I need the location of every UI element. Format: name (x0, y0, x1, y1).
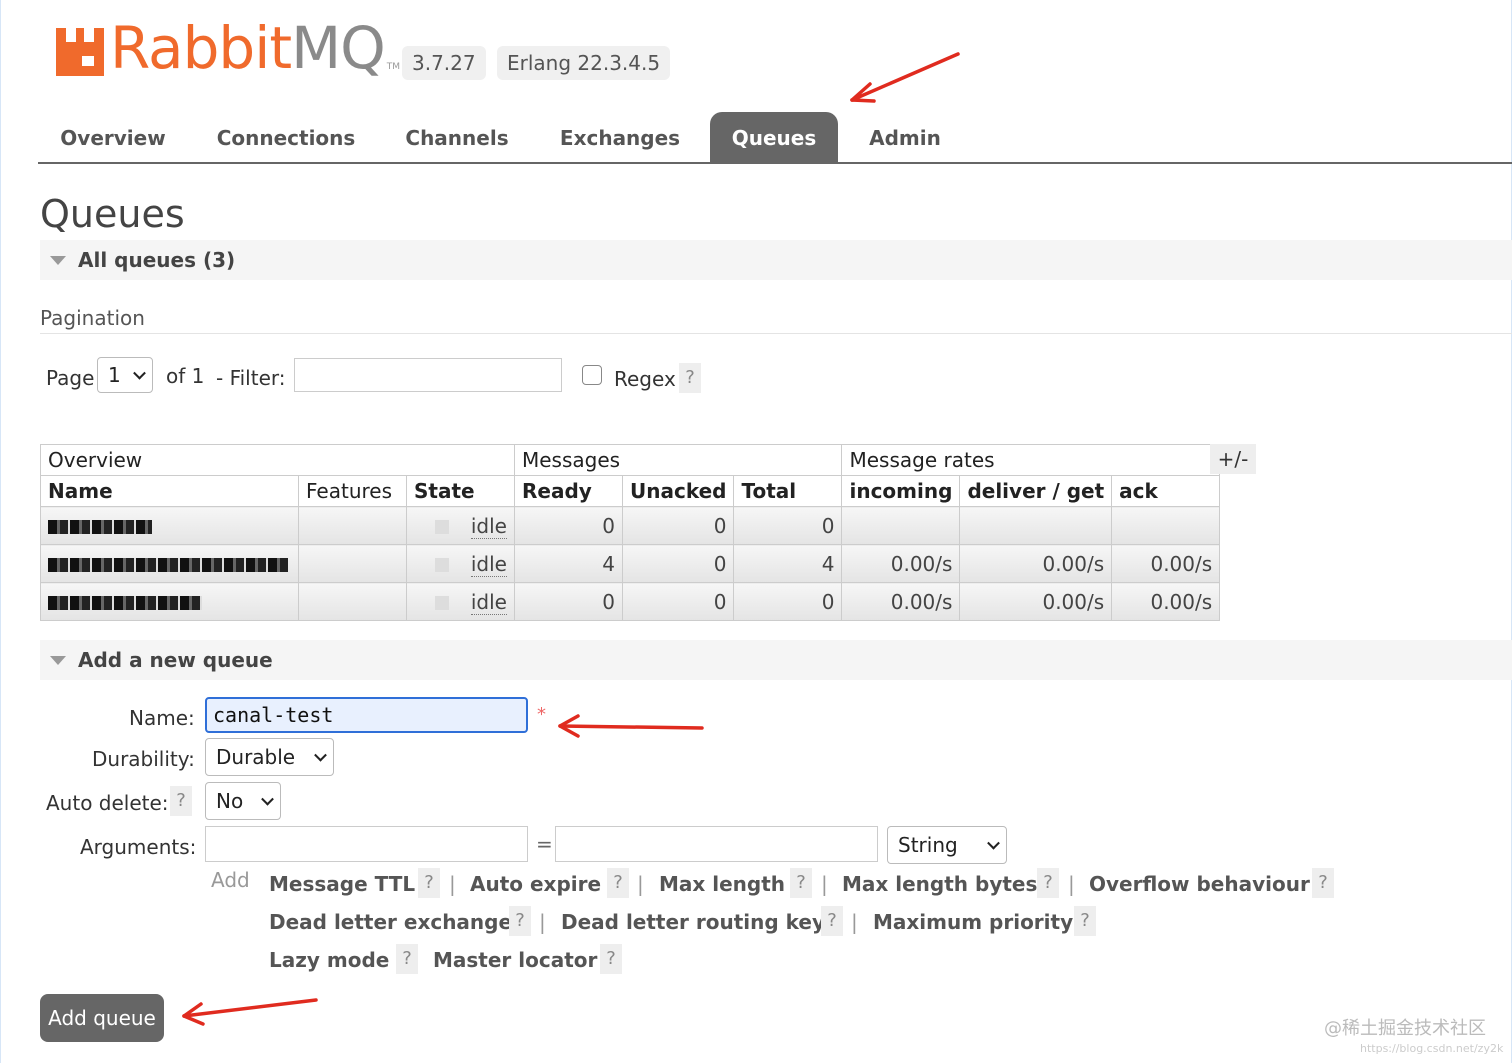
annotation-arrows (182, 52, 960, 1026)
arrow-to-add-queue-button-icon (182, 998, 318, 1026)
arrow-to-queues-tab-icon (850, 52, 960, 103)
arrow-to-name-input-icon (558, 714, 704, 738)
